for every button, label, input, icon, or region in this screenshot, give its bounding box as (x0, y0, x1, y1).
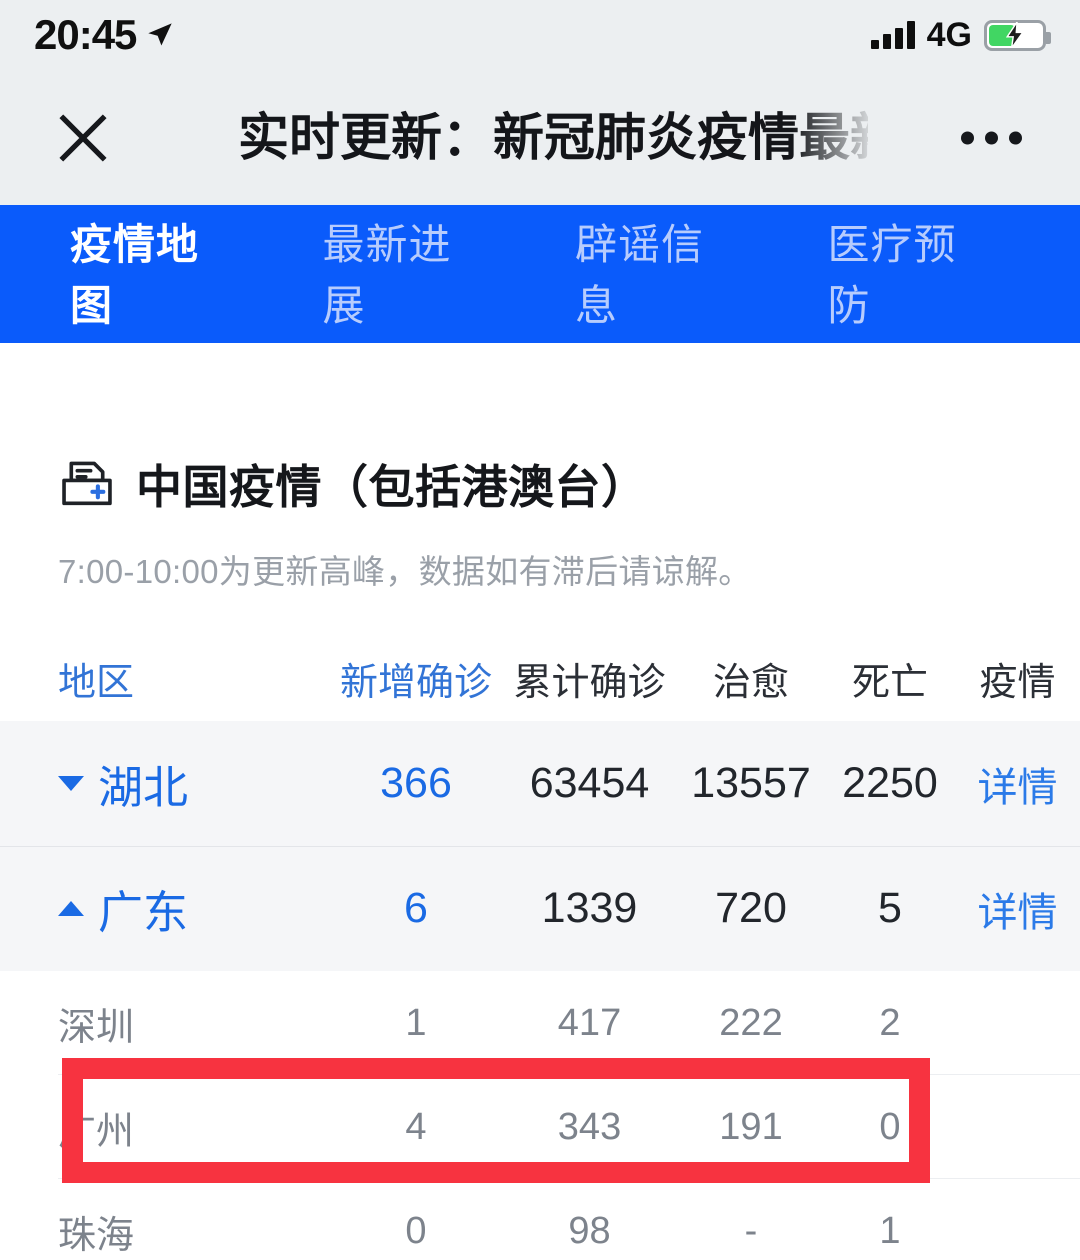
tab-medical-prevention[interactable]: 医疗预防 (828, 211, 993, 337)
column-header-dead[interactable]: 死亡 (825, 651, 955, 706)
tab-latest-progress[interactable]: 最新进展 (323, 211, 488, 337)
table-row-city-guangzhou[interactable]: 广州 4 343 191 0 (0, 1075, 1080, 1179)
cured-value: - (744, 1209, 758, 1252)
location-arrow-icon (148, 23, 173, 46)
region-cell[interactable]: 湖北 (0, 751, 330, 816)
close-icon[interactable] (55, 110, 111, 166)
total-confirmed-value: 343 (557, 1105, 622, 1148)
chevron-down-icon[interactable] (58, 776, 84, 791)
total-confirmed-value: 63454 (529, 759, 650, 807)
column-header-epidemic[interactable]: 疫情 (955, 651, 1080, 706)
total-confirmed-value: 98 (568, 1209, 611, 1252)
new-confirmed-value: 1 (405, 1001, 427, 1044)
status-bar-right: 4G (870, 16, 1051, 54)
region-cell: 广州 (0, 1100, 330, 1155)
total-confirmed-value: 417 (557, 1001, 622, 1044)
column-header-new-confirmed[interactable]: 新增确诊 (330, 651, 502, 706)
more-dots-icon[interactable] (961, 131, 1022, 144)
tab-epidemic-map[interactable]: 疫情地图 (70, 211, 235, 377)
section-header: 中国疫情（包括港澳台） (0, 343, 1080, 517)
total-confirmed-value: 1339 (541, 884, 638, 932)
cured-value: 720 (715, 884, 787, 932)
nav-bar: 实时更新：新冠肺炎疫情最新 (0, 70, 1080, 205)
new-confirmed-value: 366 (380, 759, 452, 807)
city-name: 深圳 (58, 1006, 135, 1049)
city-name: 珠海 (58, 1214, 135, 1257)
detail-link[interactable]: 详情 (955, 755, 1080, 813)
table-row-province-guangdong[interactable]: 广东 6 1339 720 5 详情 (0, 846, 1080, 971)
network-type-label: 4G (926, 16, 972, 54)
app-root: 20:45 4G 实时更新：新冠肺炎疫情最新 疫情地图 最新进展 辟谣信息 医疗… (0, 0, 1080, 1260)
cured-value: 13557 (691, 759, 811, 807)
dead-value: 1 (879, 1209, 901, 1252)
status-time: 20:45 (34, 11, 137, 58)
chevron-up-icon[interactable] (58, 901, 84, 916)
city-name: 广州 (58, 1110, 135, 1153)
province-name: 湖北 (98, 762, 189, 813)
signal-bars-icon (870, 21, 915, 49)
status-bar-left: 20:45 (34, 14, 174, 56)
status-bar: 20:45 4G (0, 0, 1080, 70)
section-subtitle: 7:00-10:00为更新高峰，数据如有滞后请谅解。 (58, 553, 752, 590)
epidemic-table: 地区 新增确诊 累计确诊 治愈 死亡 疫情 湖北 366 63454 13557… (0, 635, 1080, 1260)
table-header-row: 地区 新增确诊 累计确诊 治愈 死亡 疫情 (0, 635, 1080, 721)
region-cell: 深圳 (0, 996, 330, 1051)
medical-record-icon (62, 461, 112, 506)
cured-value: 191 (719, 1105, 783, 1148)
column-header-region[interactable]: 地区 (0, 651, 330, 706)
table-row-province-hubei[interactable]: 湖北 366 63454 13557 2250 详情 (0, 721, 1080, 846)
table-row-city-zhuhai[interactable]: 珠海 0 98 - 1 (0, 1179, 1080, 1260)
column-header-cured[interactable]: 治愈 (677, 651, 825, 706)
region-cell: 珠海 (0, 1204, 330, 1259)
region-cell[interactable]: 广东 (0, 876, 330, 941)
cured-value: 222 (719, 1001, 783, 1044)
tab-label: 疫情地图 (70, 221, 200, 329)
new-confirmed-value: 4 (405, 1105, 427, 1148)
tab-bar: 疫情地图 最新进展 辟谣信息 医疗预防 (0, 205, 1080, 377)
table-row-city-shenzhen[interactable]: 深圳 1 417 222 2 (0, 971, 1080, 1075)
dead-value: 2 (879, 1001, 901, 1044)
page-title: 实时更新：新冠肺炎疫情最新 (238, 108, 868, 166)
content-area: 中国疫情（包括港澳台） 7:00-10:00为更新高峰，数据如有滞后请谅解。 地… (0, 343, 1080, 1260)
dead-value: 2250 (842, 759, 938, 807)
dead-value: 5 (878, 884, 902, 932)
battery-charging-icon (984, 19, 1051, 51)
detail-link[interactable]: 详情 (955, 880, 1080, 938)
new-confirmed-value: 0 (405, 1209, 427, 1252)
section-title: 中国疫情（包括港澳台） (136, 461, 648, 513)
tab-rumor-refutation[interactable]: 辟谣信息 (575, 211, 740, 337)
dead-value: 0 (879, 1105, 901, 1148)
province-name: 广东 (98, 887, 189, 938)
lightning-bolt-icon (1005, 22, 1025, 48)
new-confirmed-value: 6 (404, 884, 428, 932)
column-header-total-confirmed[interactable]: 累计确诊 (502, 651, 677, 706)
